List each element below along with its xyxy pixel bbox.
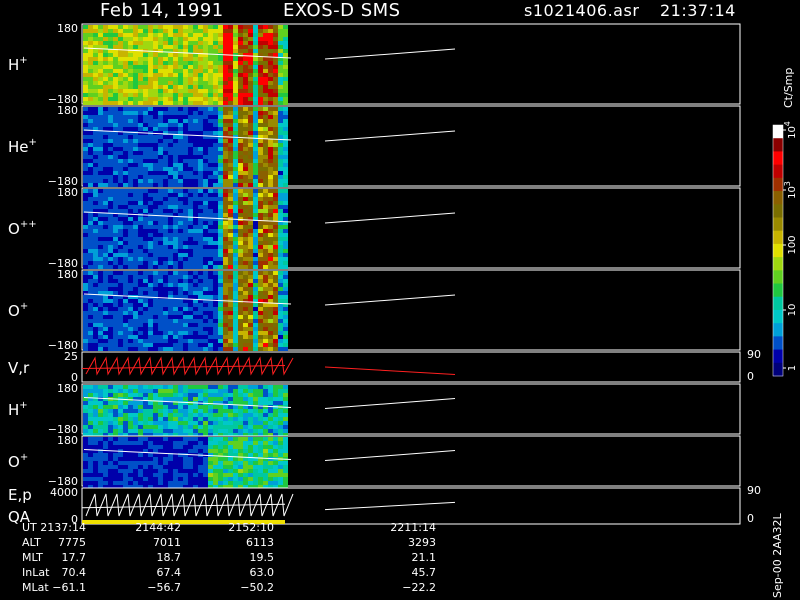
ephem-value-ut-2: 2152:10 <box>228 521 274 534</box>
heatmap-2 <box>83 189 288 269</box>
colorbar-segment <box>773 257 783 271</box>
ephem-value-ut-0: 2137:14 <box>40 521 86 534</box>
panel-label-6: O+ <box>8 452 28 471</box>
ephem-label-alt: ALT <box>22 536 41 549</box>
panel-label-sup-1: + <box>29 137 37 148</box>
ephem-value-inlat-1: 67.4 <box>157 566 182 579</box>
ephem-value-alt-2: 6113 <box>246 536 274 549</box>
heatmap-0 <box>83 25 288 105</box>
colorbar-segment <box>773 336 783 351</box>
panel-label-0: H+ <box>8 55 28 74</box>
ephem-label-ut: UT <box>22 521 37 534</box>
panel-label-2: O++ <box>8 219 37 238</box>
right-tick-top-7: 90 <box>747 484 761 497</box>
ephem-value-mlt-1: 18.7 <box>157 551 182 564</box>
ephem-value-alt-3: 3293 <box>408 536 436 549</box>
panel-label-sup-2: ++ <box>20 219 37 230</box>
ephem-value-mlt-2: 19.5 <box>250 551 275 564</box>
ephem-value-ut-3: 2211:14 <box>390 521 436 534</box>
right-tick-bottom-7: 0 <box>747 512 754 525</box>
ephem-value-inlat-2: 63.0 <box>250 566 275 579</box>
colorbar-segment <box>773 151 783 166</box>
y-tick-top-1: 180 <box>57 104 78 117</box>
colorbar-segment <box>773 349 783 364</box>
side-label: Sep-00 2AA32L <box>771 513 784 598</box>
heatmap-3 <box>83 271 288 351</box>
colorbar-segment <box>773 283 783 298</box>
heatmap-6 <box>83 437 288 489</box>
panel-label-4: V,r <box>8 359 30 377</box>
colorbar-segment <box>773 217 783 232</box>
colorbar-segment <box>773 204 783 218</box>
colorbar-segment <box>773 270 783 285</box>
ephem-value-alt-0: 7775 <box>58 536 86 549</box>
colorbar <box>773 125 783 377</box>
colorbar-tick-1: 10 <box>787 304 798 317</box>
right-tick-top-4: 90 <box>747 348 761 361</box>
panel-label-3: O+ <box>8 301 28 320</box>
y-tick-top-6: 180 <box>57 434 78 447</box>
colorbar-segment <box>773 296 783 311</box>
colorbar-segment <box>773 323 783 337</box>
y-tick-top-7: 4000 <box>50 486 78 499</box>
colorbar-segment <box>773 362 783 377</box>
right-tick-bottom-4: 0 <box>747 370 754 383</box>
panel-label-sup-5: + <box>19 400 27 411</box>
panel-label-sup-0: + <box>19 55 27 66</box>
y-tick-top-0: 180 <box>57 22 78 35</box>
colorbar-tick-exp-3: 3 <box>783 181 792 186</box>
panel-label-sup-6: + <box>20 452 28 463</box>
colorbar-segment <box>773 191 783 205</box>
y-tick-top-4: 25 <box>64 350 78 363</box>
colorbar-unit-label: Ct/Smp <box>782 67 795 108</box>
heatmap-1 <box>83 107 288 187</box>
spectrogram-plot: 180−180H+180−180He+180−180O++180−180O+90… <box>8 22 798 594</box>
ephem-value-mlat-3: −22.2 <box>402 581 436 594</box>
colorbar-segment <box>773 243 783 258</box>
ephem-label-mlat: MLat <box>22 581 49 594</box>
colorbar-tick-0: 1 <box>787 365 798 371</box>
ephem-value-ut-1: 2144:42 <box>135 521 181 534</box>
ephem-label-mlt: MLT <box>22 551 43 564</box>
ephem-value-mlat-0: −61.1 <box>52 581 86 594</box>
colorbar-tick-exp-4: 4 <box>783 121 792 126</box>
colorbar-segment <box>773 164 783 179</box>
colorbar-segment <box>773 309 783 324</box>
colorbar-tick-2: 100 <box>787 235 798 254</box>
ephem-value-inlat-0: 70.4 <box>62 566 87 579</box>
ephem-value-alt-1: 7011 <box>153 536 181 549</box>
panel-label-1: He+ <box>8 137 37 156</box>
ephem-value-mlat-1: −56.7 <box>147 581 181 594</box>
panel-label-7: E,p <box>8 486 32 504</box>
y-tick-top-2: 180 <box>57 186 78 199</box>
ephem-value-mlt-3: 21.1 <box>412 551 437 564</box>
colorbar-segment <box>773 177 783 192</box>
ephem-value-mlat-2: −50.2 <box>240 581 274 594</box>
y-tick-top-3: 180 <box>57 268 78 281</box>
colorbar-segment <box>773 125 783 139</box>
colorbar-segment <box>773 230 783 245</box>
panel-label-5: H+ <box>8 400 28 419</box>
y-tick-top-5: 180 <box>57 382 78 395</box>
ephem-value-mlt-0: 17.7 <box>62 551 87 564</box>
ephem-label-inlat: InLat <box>22 566 50 579</box>
ephem-value-inlat-3: 45.7 <box>412 566 437 579</box>
heatmap-5 <box>83 385 288 437</box>
colorbar-segment <box>773 138 783 152</box>
panel-label-sup-3: + <box>20 301 28 312</box>
